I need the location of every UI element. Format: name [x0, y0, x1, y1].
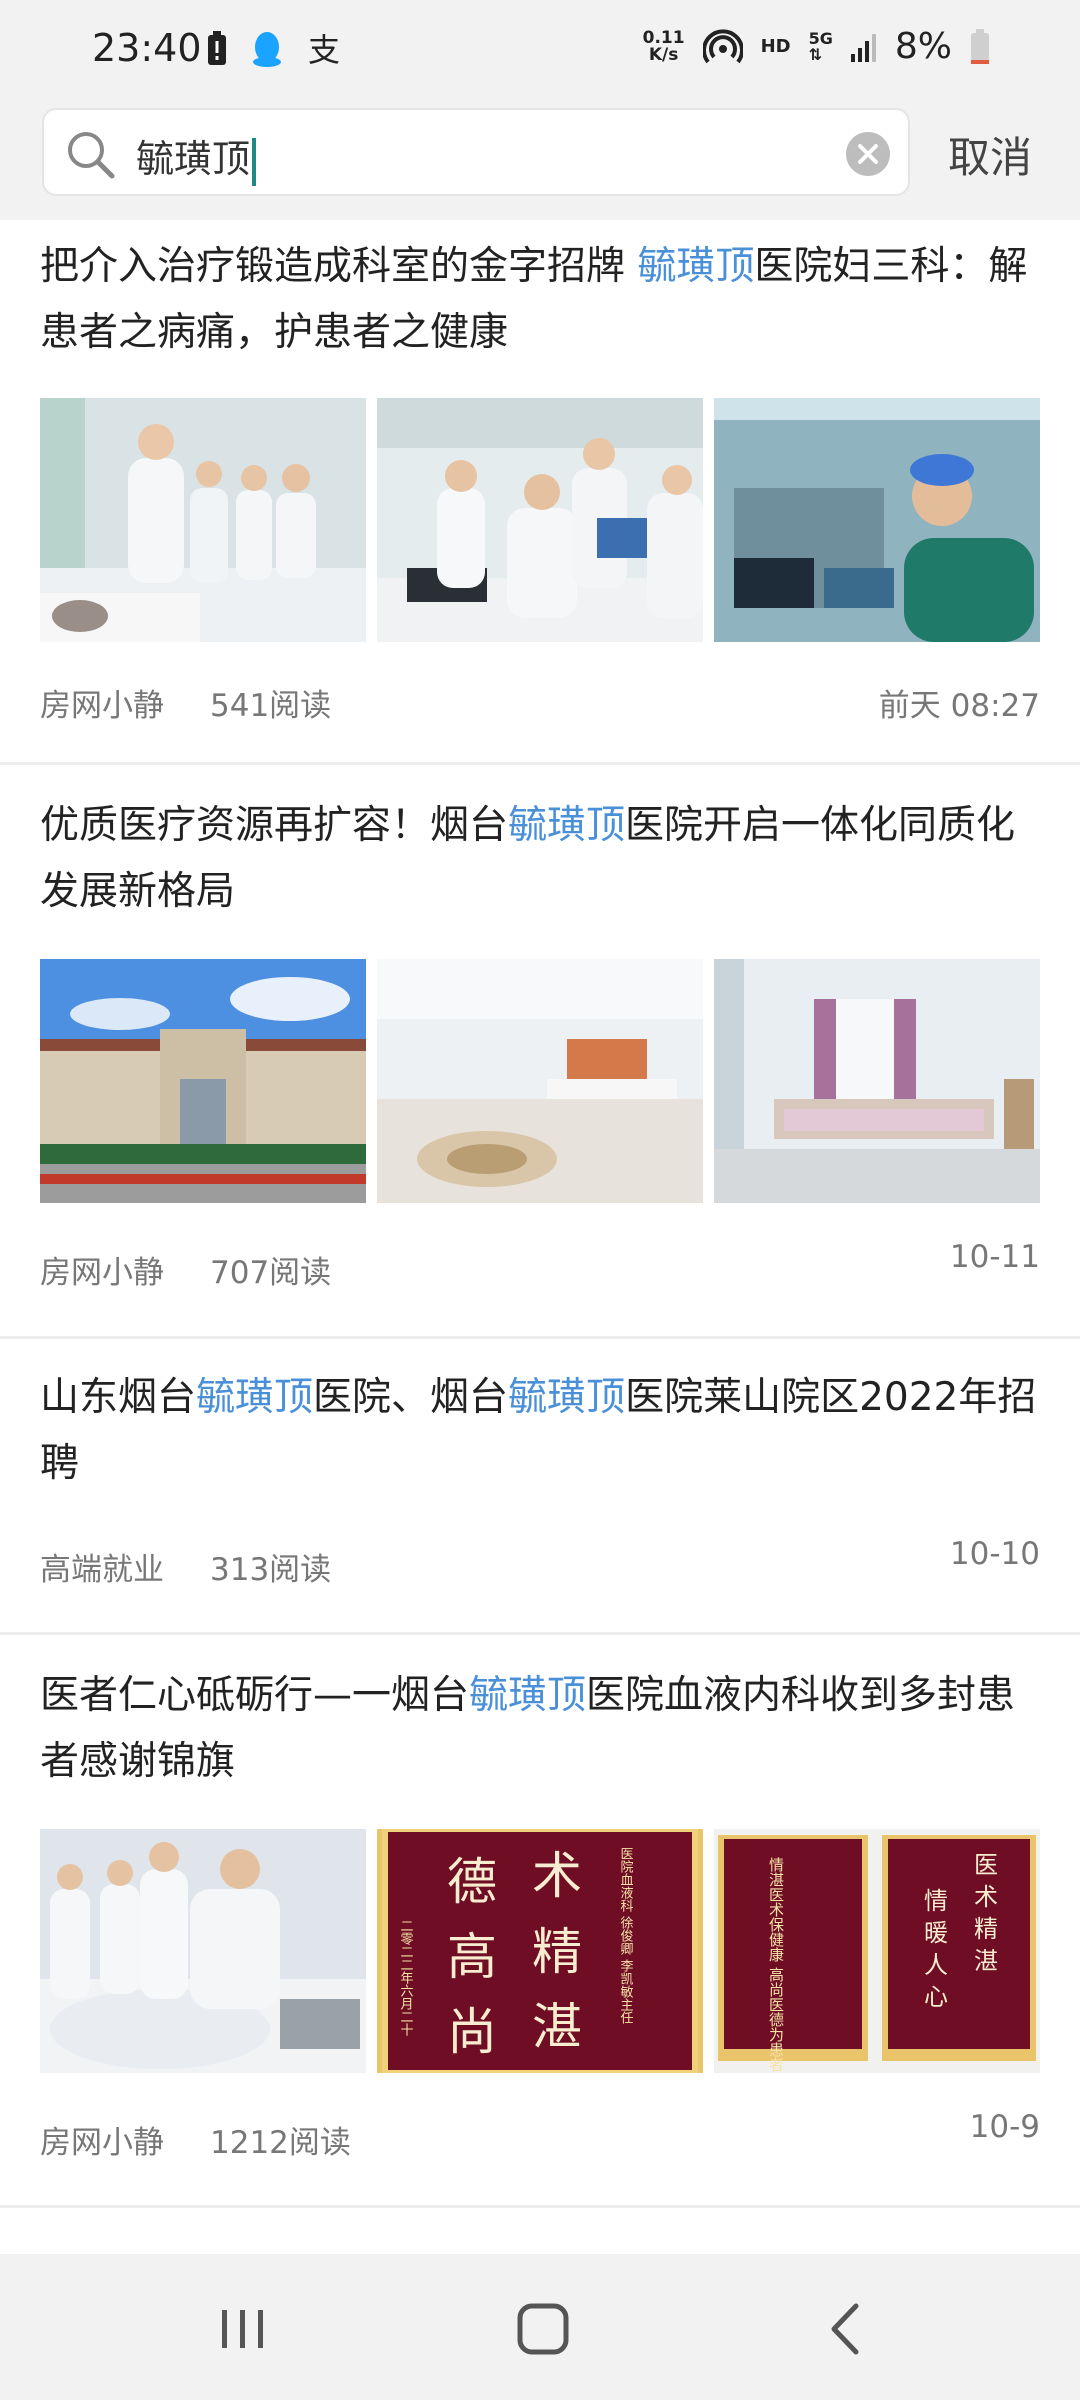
read-count: 541阅读	[210, 688, 332, 724]
publish-time: 10-10	[949, 1536, 1040, 1572]
net-speed-unit: K/s	[648, 44, 679, 65]
banner-char: 精	[974, 1915, 998, 1943]
notification-icons: 支	[206, 30, 342, 68]
alipay-icon: 支	[308, 31, 340, 67]
title-highlight: 毓璜顶	[637, 244, 755, 289]
banner-char: 高	[447, 1928, 497, 1986]
banner-char: 尚	[447, 2003, 497, 2061]
search-input[interactable]: 毓璜顶	[136, 128, 257, 186]
cancel-button[interactable]: 取消	[948, 124, 1032, 185]
banner-char: 德	[447, 1853, 497, 1911]
search-bar: 毓璜顶 取消	[0, 100, 1080, 220]
search-query: 毓璜顶	[136, 137, 251, 181]
title-text: 把介入治疗锻造成科室的金字招牌	[40, 244, 638, 289]
navigation-bar	[0, 2254, 1080, 2400]
article-title[interactable]: 把介入治疗锻造成科室的金字招牌 毓璜顶医院妇三科：解患者之病痛，护患者之健康	[40, 234, 1040, 366]
banner-char: 术	[974, 1883, 998, 1911]
list-item[interactable]: 优质医疗资源再扩容！烟台毓璜顶医院开启一体化同质化发展新格局 房网小静 707阅…	[0, 765, 1080, 1339]
doctors-at-computer-photo[interactable]	[377, 398, 703, 642]
text-caret	[252, 137, 257, 186]
hd-indicator: HD	[760, 36, 791, 57]
article-source: 房网小静	[40, 688, 164, 724]
read-count: 1212阅读	[210, 2125, 351, 2161]
battery-saver-icon	[208, 31, 226, 65]
read-count: 313阅读	[210, 1552, 332, 1588]
article-source: 房网小静	[40, 2125, 164, 2161]
net-speed: 0.11 K/s	[642, 27, 685, 65]
banner-char: 湛	[974, 1947, 998, 1975]
thumbnail-row: 医院血液科 徐俊卿 李凯敏主任 二零二二年六月二十 德 术 高 精 尚 湛 情湛…	[40, 1829, 1040, 2073]
thumbnail-row	[40, 398, 1040, 642]
banner-char: 情	[924, 1887, 948, 1915]
publish-time: 10-9	[969, 2109, 1040, 2145]
two-banners-photo[interactable]: 情湛医术保健康 高尚医德为患者 医 术 精 湛 情 暖 人 心	[714, 1829, 1040, 2073]
banner-char: 湛	[532, 1998, 582, 2056]
banner-date-text: 二零二二年六月二十	[398, 1919, 414, 2036]
article-source: 房网小静	[40, 1255, 164, 1291]
silk-banner-photo[interactable]: 医院血液科 徐俊卿 李凯敏主任 二零二二年六月二十 德 术 高 精 尚 湛	[377, 1829, 703, 2073]
results-feed: 把介入治疗锻造成科室的金字招牌 毓璜顶医院妇三科：解患者之病痛，护患者之健康 房…	[0, 220, 1080, 2208]
publish-time: 前天 08:27	[878, 688, 1040, 724]
article-title[interactable]: 医者仁心砥砺行—一烟台毓璜顶医院血液内科收到多封患者感谢锦旗	[40, 1663, 1040, 1795]
net-speed-value: 0.11	[642, 27, 685, 48]
doctors-treating-patient-photo[interactable]	[40, 1829, 366, 2073]
hospital-building-photo[interactable]	[40, 959, 366, 1203]
clear-icon[interactable]	[846, 132, 890, 176]
article-title[interactable]: 山东烟台毓璜顶医院、烟台毓璜顶医院莱山院区2022年招聘	[40, 1365, 1040, 1497]
network-indicator: 5G ⇅	[808, 30, 833, 64]
read-count: 707阅读	[210, 1255, 332, 1291]
svg-text:支: 支	[308, 31, 340, 67]
title-highlight: 毓璜顶	[469, 1673, 587, 1718]
hospital-ward-photo[interactable]	[714, 959, 1040, 1203]
data-arrows: ⇅	[808, 44, 823, 64]
banner-left-text: 情湛医术保健康 高尚医德为患者	[767, 1857, 785, 2072]
doctors-ward-round-photo[interactable]	[40, 398, 366, 642]
status-time: 23:40	[92, 26, 202, 70]
article-source: 高端就业	[40, 1552, 164, 1588]
banner-side-text: 医院血液科 徐俊卿 李凯敏主任	[618, 1847, 634, 2025]
qq-icon	[253, 32, 281, 67]
banner-char: 医	[974, 1851, 998, 1879]
publish-time: 10-11	[949, 1239, 1040, 1275]
recent-apps-icon[interactable]	[208, 2294, 278, 2364]
back-icon[interactable]	[812, 2294, 882, 2364]
search-icon	[68, 132, 115, 179]
article-title[interactable]: 优质医疗资源再扩容！烟台毓璜顶医院开启一体化同质化发展新格局	[40, 793, 1040, 925]
search-box[interactable]: 毓璜顶	[42, 108, 910, 196]
title-highlight: 毓璜顶	[508, 1375, 626, 1420]
title-text: 医院、烟台	[313, 1375, 509, 1420]
list-item[interactable]: 医者仁心砥砺行—一烟台毓璜顶医院血液内科收到多封患者感谢锦旗 医院血液科 徐俊卿…	[0, 1635, 1080, 2208]
banner-char: 暖	[924, 1919, 948, 1947]
battery-icon	[971, 28, 989, 64]
surgeon-portrait-photo[interactable]	[714, 398, 1040, 642]
list-item[interactable]: 山东烟台毓璜顶医院、烟台毓璜顶医院莱山院区2022年招聘 高端就业 313阅读 …	[0, 1339, 1080, 1635]
title-highlight: 毓璜顶	[196, 1375, 314, 1420]
home-icon[interactable]	[508, 2294, 578, 2364]
status-right: 0.11 K/s HD 5G ⇅ 8%	[643, 26, 990, 67]
banner-char: 人	[924, 1951, 948, 1979]
hospital-lobby-photo[interactable]	[377, 959, 703, 1203]
title-highlight: 毓璜顶	[508, 803, 626, 848]
list-item[interactable]: 把介入治疗锻造成科室的金字招牌 毓璜顶医院妇三科：解患者之病痛，护患者之健康 房…	[0, 220, 1080, 765]
title-text: 优质医疗资源再扩容！烟台	[40, 803, 509, 848]
banner-char: 术	[532, 1847, 582, 1905]
title-text: 医者仁心砥砺行—一烟台	[40, 1673, 470, 1718]
signal-icon	[850, 33, 876, 62]
banner-char: 心	[924, 1983, 948, 2011]
thumbnail-row	[40, 959, 1040, 1203]
banner-char: 精	[532, 1923, 582, 1981]
battery-percent: 8%	[894, 26, 952, 67]
title-text: 山东烟台	[40, 1375, 197, 1420]
status-bar: 23:40 支 0.11 K/s HD 5G ⇅ 8%	[0, 0, 1080, 100]
hotspot-icon	[702, 28, 743, 63]
